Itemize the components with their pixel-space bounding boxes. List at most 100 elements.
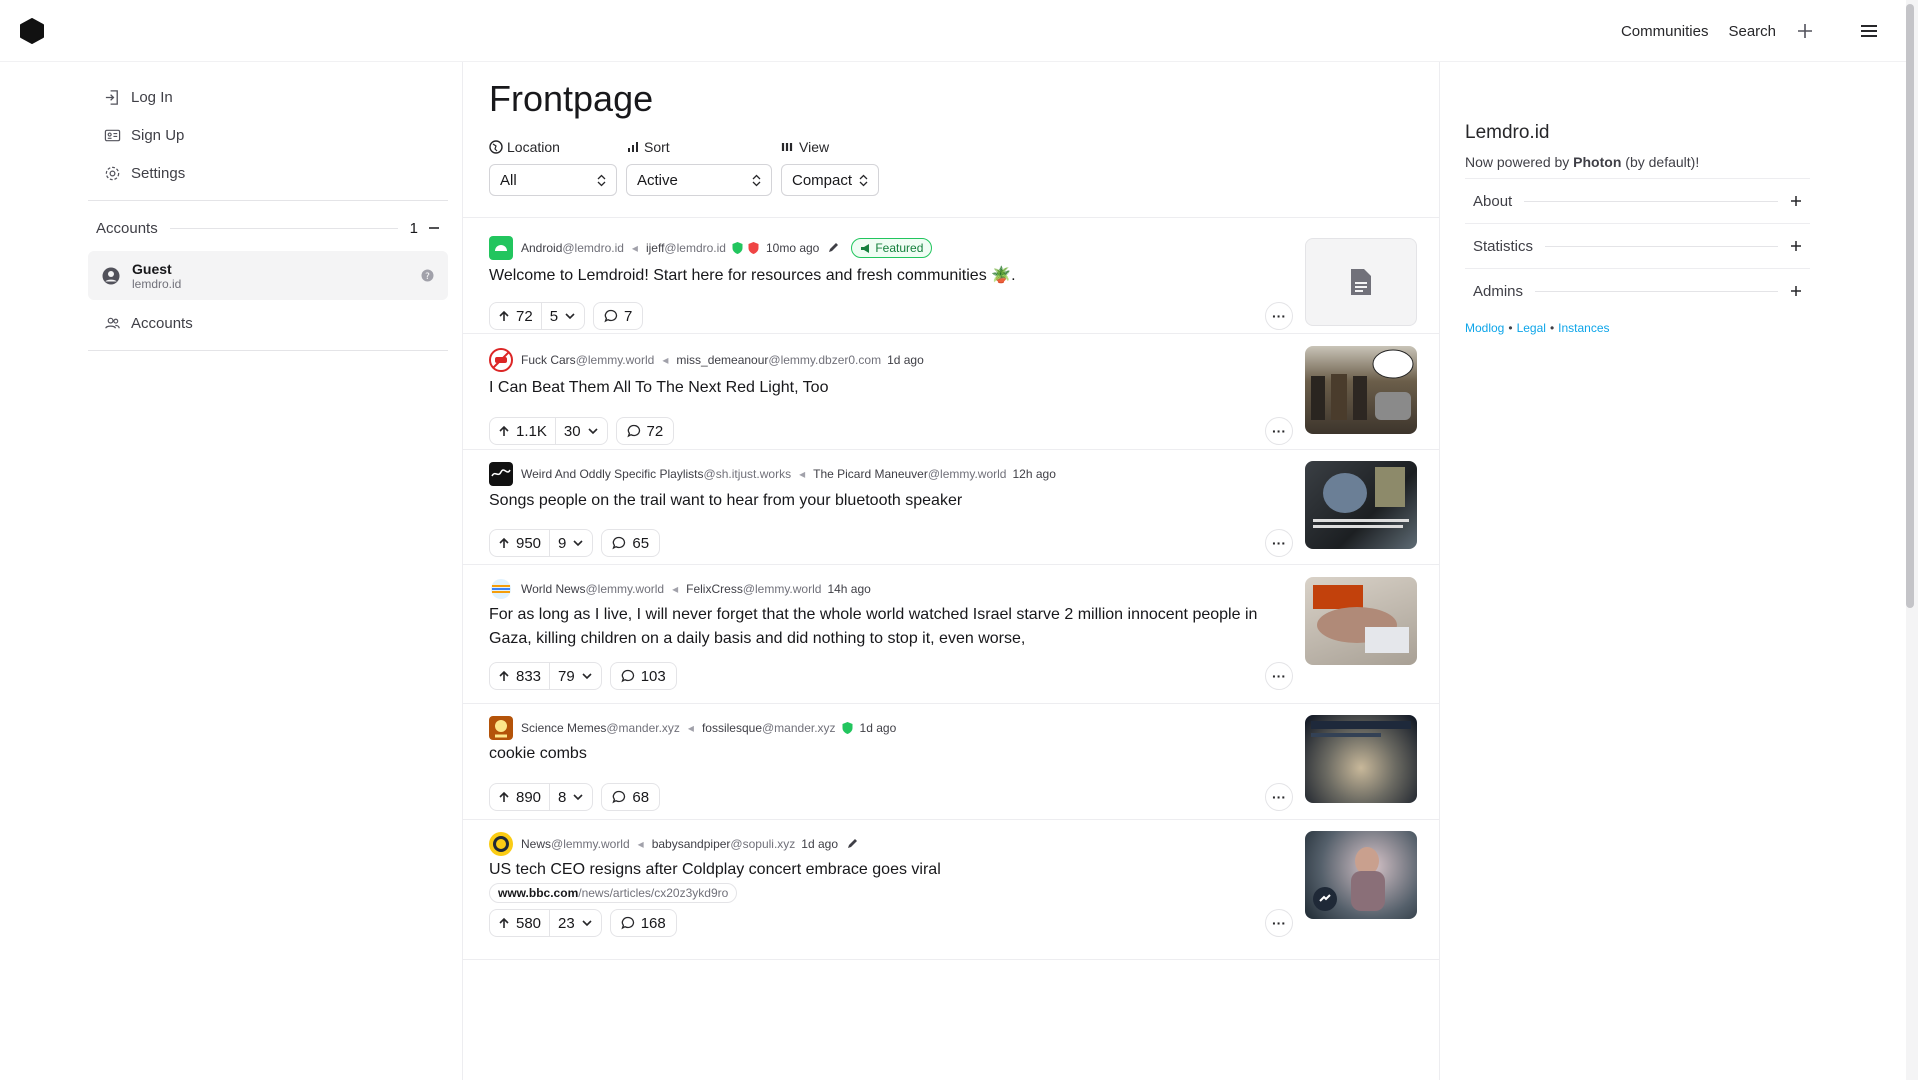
upvote-button[interactable]: 1.1K — [490, 418, 556, 444]
post-thumbnail[interactable] — [1305, 715, 1417, 803]
upvote-count: 1.1K — [516, 422, 547, 440]
post-item[interactable]: Fuck Cars @lemmy.world ◂ miss_demeanour @l… — [463, 334, 1439, 450]
upvote-count: 72 — [516, 307, 533, 325]
community-name[interactable]: Weird And Oddly Specific Playlists — [521, 467, 704, 481]
post-item[interactable]: World News @lemmy.world ◂ FelixCress @lemm… — [463, 565, 1439, 704]
legal-link[interactable]: Legal — [1517, 321, 1546, 335]
author-name[interactable]: babysandpiper — [652, 837, 731, 851]
edited-pencil-icon — [848, 839, 857, 848]
accounts-header-line — [169, 227, 398, 229]
comments-button[interactable]: 68 — [601, 783, 661, 811]
downvote-button[interactable]: 5 — [542, 303, 584, 329]
post-item[interactable]: News @lemmy.world ◂ babysandpiper @sopuli.… — [463, 820, 1439, 960]
community-name[interactable]: Science Memes — [521, 721, 606, 735]
downvote-button[interactable]: 30 — [556, 418, 607, 444]
upvote-button[interactable]: 72 — [490, 303, 542, 329]
post-title[interactable]: I Can Beat Them All To The Next Red Ligh… — [489, 376, 1289, 400]
more-options-button[interactable]: ··· — [1265, 529, 1293, 557]
comments-button[interactable]: 7 — [593, 302, 644, 330]
comments-button[interactable]: 65 — [601, 529, 661, 557]
more-options-button[interactable]: ··· — [1265, 909, 1293, 937]
post-title[interactable]: For as long as I live, I will never forg… — [489, 603, 1279, 651]
about-section[interactable]: About — [1465, 178, 1810, 223]
post-item[interactable]: Weird And Oddly Specific Playlists @sh.it… — [463, 450, 1439, 565]
login-link[interactable]: Log In — [88, 78, 448, 116]
more-options-button[interactable]: ··· — [1265, 783, 1293, 811]
guest-account[interactable]: Guest lemdro.id ? — [88, 251, 448, 300]
community-name[interactable]: Fuck Cars — [521, 353, 576, 367]
post-item[interactable]: Science Memes @mander.xyz ◂ fossilesque @m… — [463, 704, 1439, 820]
upvote-button[interactable]: 950 — [490, 530, 551, 556]
community-name[interactable]: Android — [521, 241, 562, 255]
post-item[interactable]: Android @lemdro.id ◂ ijeff @lemdro.id 10mo… — [463, 218, 1439, 334]
accounts-header[interactable]: Accounts 1 — [88, 209, 448, 247]
collapse-minus-icon[interactable] — [428, 222, 440, 234]
communities-link[interactable]: Communities — [1621, 23, 1709, 40]
accounts-link[interactable]: Accounts — [88, 304, 448, 342]
more-options-button[interactable]: ··· — [1265, 302, 1293, 330]
post-title[interactable]: Songs people on the trail want to hear f… — [489, 489, 1289, 513]
menu-icon[interactable] — [1858, 22, 1880, 40]
post-title[interactable]: US tech CEO resigns after Coldplay conce… — [489, 858, 1289, 882]
admins-label: Admins — [1473, 282, 1524, 300]
search-link[interactable]: Search — [1728, 23, 1776, 40]
author-name[interactable]: FelixCress — [686, 582, 743, 596]
section-line — [1535, 290, 1778, 292]
vote-buttons: 833 79 — [489, 662, 602, 690]
settings-link[interactable]: Settings — [88, 154, 448, 192]
location-select[interactable]: All — [489, 164, 617, 196]
chevron-down-icon — [587, 428, 598, 435]
comments-button[interactable]: 168 — [609, 909, 677, 937]
upvote-count: 833 — [516, 667, 542, 685]
site-logo-icon[interactable] — [20, 18, 44, 44]
create-plus-icon[interactable] — [1796, 22, 1814, 40]
post-title[interactable]: Welcome to Lemdroid! Start here for reso… — [489, 264, 1289, 288]
arrow-icon: ◂ — [637, 837, 644, 851]
vote-buttons: 890 8 — [489, 783, 594, 811]
comment-count: 168 — [640, 914, 666, 932]
scrollbar-thumb[interactable] — [1906, 4, 1914, 608]
author-name[interactable]: ijeff — [646, 241, 664, 255]
scrollbar-track[interactable] — [1906, 0, 1918, 1080]
post-title[interactable]: cookie combs — [489, 742, 1289, 766]
more-options-button[interactable]: ··· — [1265, 662, 1293, 690]
post-thumbnail[interactable] — [1305, 577, 1417, 665]
upvote-button[interactable]: 890 — [490, 784, 551, 810]
downvote-button[interactable]: 8 — [550, 784, 592, 810]
community-name[interactable]: News — [521, 837, 551, 851]
statistics-section[interactable]: Statistics — [1465, 223, 1810, 268]
author-name[interactable]: fossilesque — [702, 721, 762, 735]
post-thumbnail[interactable] — [1305, 238, 1417, 326]
author-name[interactable]: The Picard Maneuver — [813, 467, 928, 481]
signup-label: Sign Up — [131, 126, 185, 144]
arrow-icon: ◂ — [687, 721, 694, 735]
downvote-button[interactable]: 79 — [550, 663, 601, 689]
post-link[interactable]: www.bbc.com/news/articles/cx20z3ykd9ro — [489, 883, 738, 903]
view-select[interactable]: Compact — [781, 164, 879, 196]
login-icon — [105, 89, 118, 105]
sort-select[interactable]: Active — [626, 164, 772, 196]
upvote-button[interactable]: 833 — [490, 663, 551, 689]
downvote-button[interactable]: 23 — [550, 910, 601, 936]
admins-section[interactable]: Admins — [1465, 268, 1810, 313]
help-icon[interactable]: ? — [421, 269, 434, 282]
author-name[interactable]: miss_demeanour — [676, 353, 768, 367]
instances-link[interactable]: Instances — [1558, 321, 1609, 335]
downvote-button[interactable]: 9 — [550, 530, 592, 556]
comments-button[interactable]: 72 — [615, 417, 675, 445]
signup-link[interactable]: Sign Up — [88, 116, 448, 154]
location-value: All — [500, 171, 517, 189]
more-options-button[interactable]: ··· — [1265, 417, 1293, 445]
statistics-label: Statistics — [1473, 237, 1534, 255]
upvote-button[interactable]: 580 — [490, 910, 551, 936]
community-icon — [489, 462, 513, 486]
modlog-link[interactable]: Modlog — [1465, 321, 1504, 335]
chevron-down-icon — [573, 540, 583, 547]
community-name[interactable]: World News — [521, 582, 585, 596]
edited-pencil-icon — [829, 243, 839, 252]
comments-button[interactable]: 103 — [609, 662, 677, 690]
community-instance: @mander.xyz — [606, 721, 680, 735]
post-thumbnail[interactable] — [1305, 461, 1417, 549]
post-thumbnail[interactable] — [1305, 346, 1417, 434]
post-thumbnail[interactable] — [1305, 831, 1417, 919]
